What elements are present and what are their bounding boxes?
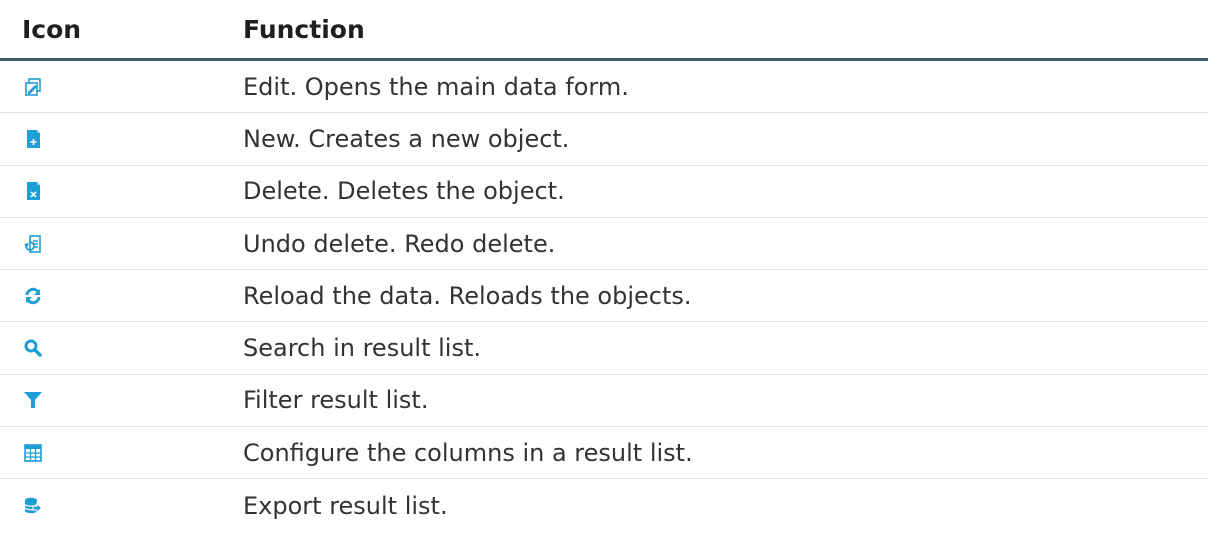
table-row: New. Creates a new object. (0, 113, 1208, 166)
reload-icon (24, 287, 42, 305)
function-text: Search in result list. (243, 334, 481, 363)
function-text: Export result list. (243, 491, 448, 520)
table-row: Search in result list. (0, 322, 1208, 375)
table-row: Delete. Deletes the object. (0, 166, 1208, 218)
function-text: New. Creates a new object. (243, 124, 570, 153)
table-row: Filter result list. (0, 375, 1208, 428)
function-text: Delete. Deletes the object. (243, 177, 565, 206)
undo-delete-icon (24, 234, 42, 253)
function-text: Filter result list. (243, 386, 429, 415)
columns-icon (24, 443, 42, 462)
function-column-header: Function (243, 14, 365, 44)
function-text: Configure the columns in a result list. (243, 438, 693, 467)
new-object-icon (24, 129, 42, 148)
table-row: Export result list. (0, 479, 1208, 531)
function-text: Reload the data. Reloads the objects. (243, 281, 692, 310)
table-row: Configure the columns in a result list. (0, 427, 1208, 480)
delete-object-icon (24, 182, 42, 201)
filter-icon (24, 391, 42, 409)
table-header: Icon Function (0, 0, 1208, 61)
function-text: Edit. Opens the main data form. (243, 72, 629, 101)
table-row: Reload the data. Reloads the objects. (0, 270, 1208, 323)
export-icon (24, 497, 42, 515)
edit-icon (24, 77, 42, 96)
search-icon (24, 339, 42, 357)
table-row: Edit. Opens the main data form. (0, 61, 1208, 114)
icon-function-table: Icon Function Edit. Opens the main data … (0, 0, 1208, 532)
icon-column-header: Icon (22, 14, 82, 44)
table-row: Undo delete. Redo delete. (0, 218, 1208, 271)
function-text: Undo delete. Redo delete. (243, 229, 556, 258)
